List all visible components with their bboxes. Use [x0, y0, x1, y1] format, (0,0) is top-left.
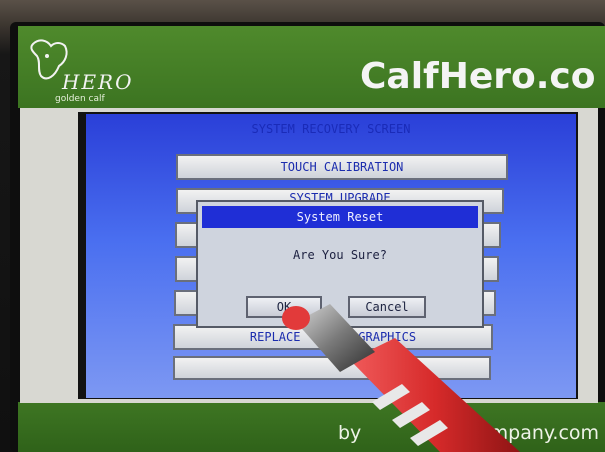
brand-bottom-text-right: ompany.com — [478, 422, 600, 444]
screen-title: SYSTEM RECOVERY SCREEN — [251, 122, 411, 136]
ok-button[interactable]: OK — [246, 296, 322, 318]
logo-wordmark: HERO — [62, 70, 134, 94]
system-reset-dialog: System Reset Are You Sure? OK Cancel — [196, 200, 484, 328]
cancel-button[interactable]: Cancel — [348, 296, 426, 318]
dialog-title: System Reset — [202, 206, 478, 228]
brand-bottom-text-left: by — [338, 422, 362, 444]
touch-calibration-button[interactable]: TOUCH CALIBRATION — [176, 154, 508, 180]
menu-button-7[interactable] — [173, 356, 491, 380]
logo-subtitle: golden calf — [55, 94, 105, 104]
dialog-message: Are You Sure? — [293, 248, 387, 262]
brand-name: CalfHero.co — [360, 56, 596, 97]
